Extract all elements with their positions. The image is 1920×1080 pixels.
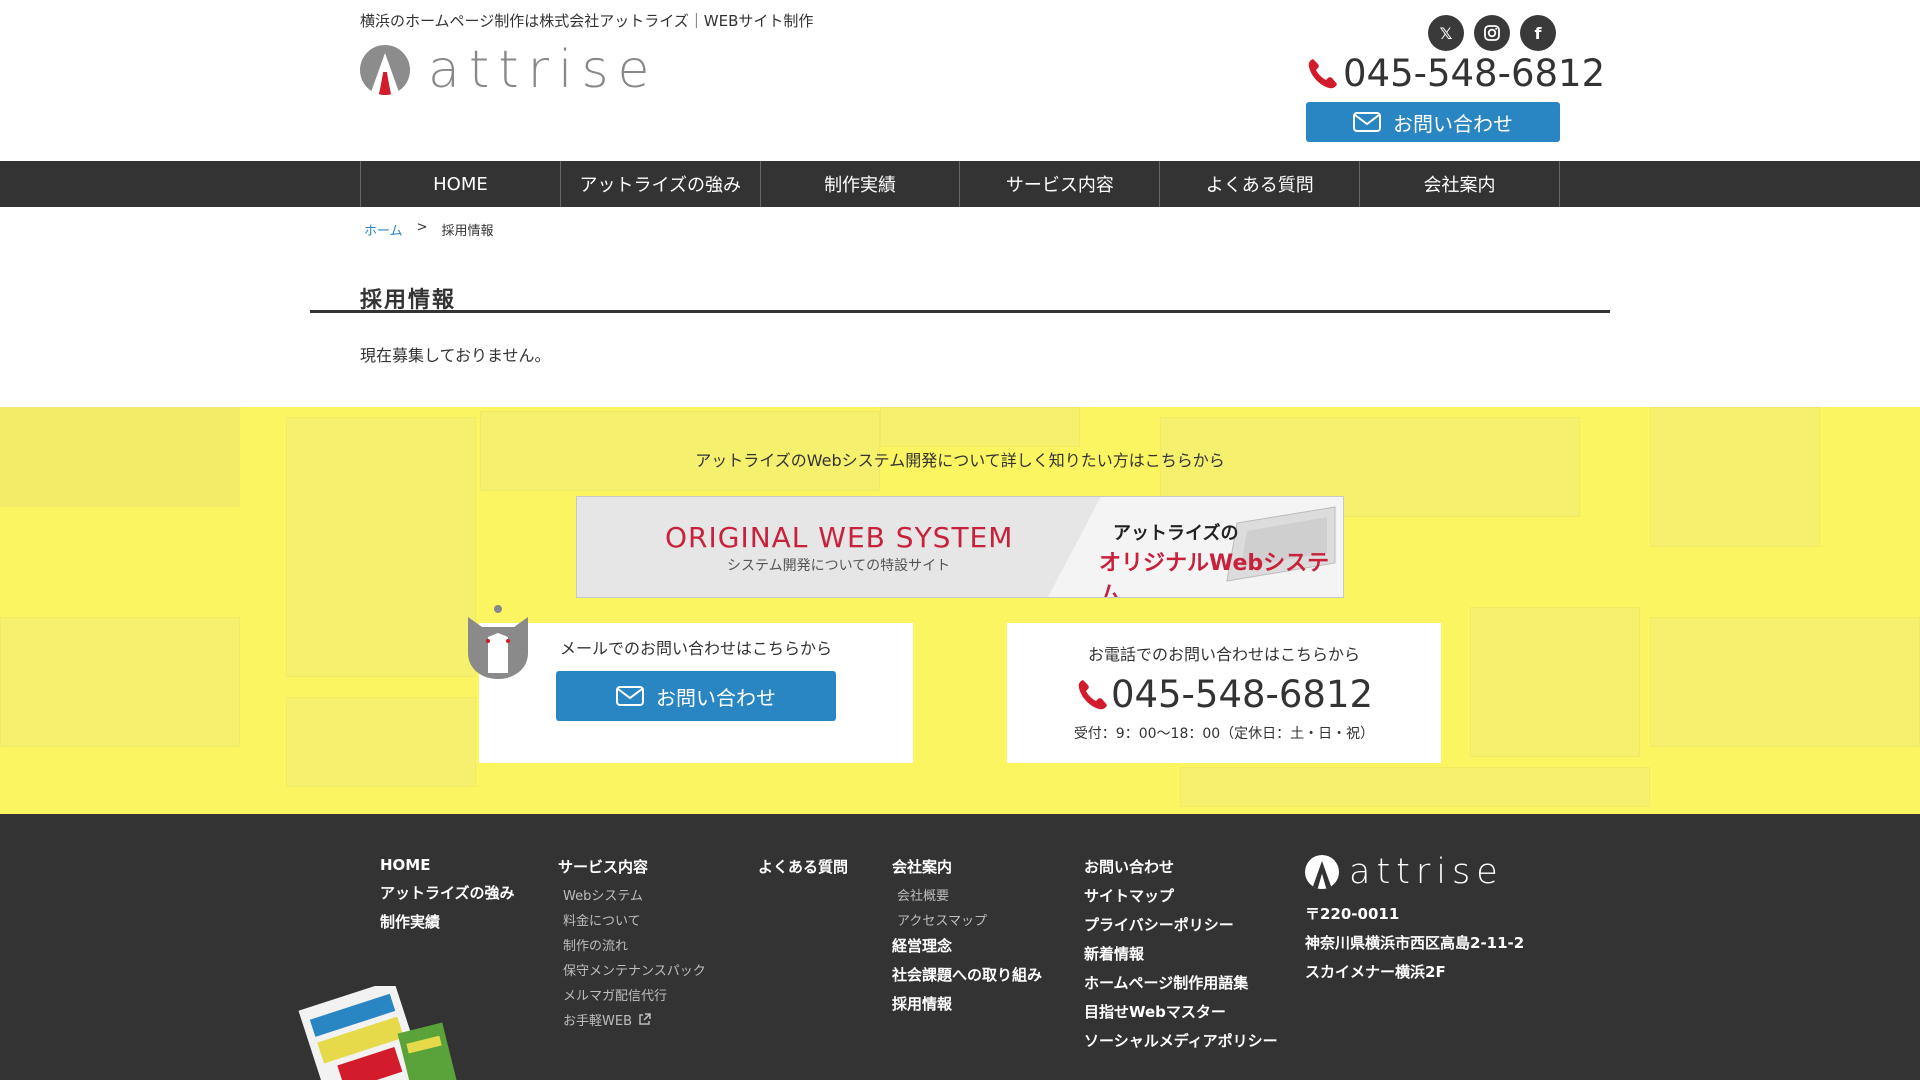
nav-item-works[interactable]: 制作実績 [761,161,961,207]
social-links: 𝕏 f [1428,15,1556,51]
breadcrumb-home-link[interactable]: ホーム [364,220,403,239]
footer-logo[interactable]: attrise [1305,854,1504,890]
logo-mark-icon [1305,855,1339,889]
footer-link-easy-web[interactable]: お手軽WEB [563,1010,706,1029]
cta-lead-text: アットライズのWebシステム開発について詳しく知りたい方はこちらから [695,451,1225,470]
tel-card-phone-number: 045-548-6812 [1110,673,1374,716]
phone-icon [1308,59,1337,89]
phone-icon [1078,679,1107,709]
footer-link-home[interactable]: HOME [380,856,515,874]
breadcrumb-current: 採用情報 [441,224,494,239]
book-covers-image[interactable] [292,986,462,1080]
tel-card-hours: 受付：9：00〜18：00（定休日：土・日・祝） [1073,726,1375,742]
nav-item-company[interactable]: 会社案内 [1360,161,1560,207]
header-contact-button[interactable]: お問い合わせ [1306,102,1560,142]
external-link-icon [639,1013,651,1025]
footer-logo-text: attrise [1349,852,1504,892]
footer-link-recruit[interactable]: 採用情報 [892,993,1042,1014]
company-address: 〒220-0011 神奈川県横浜市西区高島2-11-2 スカイメナー横浜2F [1305,900,1524,987]
tel-card-label: お電話でのお問い合わせはこちらから [1087,645,1360,664]
footer-link-faq[interactable]: よくある質問 [758,856,848,877]
site-tagline: 横浜のホームページ制作は株式会社アットライズ｜WEBサイト制作 [360,12,814,30]
footer-col-company: 会社案内 会社概要 アクセスマップ 経営理念 社会課題への取り組み 採用情報 [892,856,1042,1022]
footer-link-overview[interactable]: 会社概要 [897,885,1042,904]
address-postal: 〒220-0011 [1305,905,1400,923]
x-icon[interactable]: 𝕏 [1428,15,1464,51]
nav-item-strengths[interactable]: アットライズの強み [561,161,761,207]
web-system-banner-subtitle: システム開発についての特設サイト [727,558,951,574]
breadcrumb-separator: > [416,220,428,235]
mail-icon [616,686,644,706]
site-footer: HOME アットライズの強み 制作実績 サービス内容 Webシステム 料金につい… [0,814,1920,1080]
web-system-banner-jp1: アットライズの [1113,523,1239,544]
cat-mascot-icon [468,605,528,679]
site-header: 横浜のホームページ制作は株式会社アットライズ｜WEBサイト制作 attrise … [0,0,1920,161]
page: 横浜のホームページ制作は株式会社アットライズ｜WEBサイト制作 attrise … [0,0,1920,1080]
web-system-banner-jp2: オリジナルWebシステム [1099,551,1330,598]
footer-link-easy-web-label: お手軽WEB [563,1014,632,1029]
footer-link-social-policy[interactable]: ソーシャルメディアポリシー [1084,1030,1278,1051]
footer-link-privacy[interactable]: プライバシーポリシー [1084,914,1278,935]
footer-link-pricing[interactable]: 料金について [563,910,706,929]
logo-mark-icon [360,45,410,95]
instagram-icon[interactable] [1474,15,1510,51]
nav-item-home[interactable]: HOME [361,161,561,207]
mail-contact-button[interactable]: お問い合わせ [556,671,836,721]
footer-link-access[interactable]: アクセスマップ [897,910,1042,929]
mail-contact-card: メールでのお問い合わせはこちらから お問い合わせ [479,623,913,763]
footer-link-web-system[interactable]: Webシステム [563,885,706,904]
footer-link-company[interactable]: 会社案内 [892,856,1042,877]
footer-link-social-issues[interactable]: 社会課題への取り組み [892,964,1042,985]
footer-col-main: HOME アットライズの強み 制作実績 [380,856,515,940]
footer-link-services[interactable]: サービス内容 [558,856,706,877]
footer-link-sitemap[interactable]: サイトマップ [1084,885,1278,906]
nav-item-services[interactable]: サービス内容 [960,161,1161,207]
footer-link-works[interactable]: 制作実績 [380,911,515,932]
footer-link-contact[interactable]: お問い合わせ [1084,856,1278,877]
mail-icon [1353,112,1381,132]
footer-link-glossary[interactable]: ホームページ制作用語集 [1084,972,1278,993]
footer-link-news[interactable]: 新着情報 [1084,943,1278,964]
header-contact-label: お問い合わせ [1393,111,1513,136]
breadcrumb: ホーム > 採用情報 [364,220,494,239]
footer-col-info: お問い合わせ サイトマップ プライバシーポリシー 新着情報 ホームページ制作用語… [1084,856,1278,1059]
footer-col-services: サービス内容 Webシステム 料金について 制作の流れ 保守メンテナンスパック … [558,856,706,1035]
address-building: スカイメナー横浜2F [1305,963,1446,981]
facebook-icon[interactable]: f [1520,15,1556,51]
nav-item-faq[interactable]: よくある質問 [1160,161,1361,207]
footer-link-strengths[interactable]: アットライズの強み [380,882,515,903]
footer-link-newsletter[interactable]: メルマガ配信代行 [563,985,706,1004]
footer-link-maintenance[interactable]: 保守メンテナンスパック [563,960,706,979]
web-system-banner[interactable]: ORIGINAL WEB SYSTEM システム開発についての特設サイト アット… [576,496,1344,598]
site-logo[interactable]: attrise [360,44,659,96]
title-divider [310,310,1610,313]
address-line: 神奈川県横浜市西区高島2-11-2 [1305,934,1525,952]
tel-card-phone[interactable]: 045-548-6812 [1007,673,1441,716]
cta-section: アットライズのWebシステム開発について詳しく知りたい方はこちらから ORIGI… [0,407,1920,814]
recruit-status-text: 現在募集しておりません。 [360,346,551,365]
footer-link-philosophy[interactable]: 経営理念 [892,935,1042,956]
web-system-banner-title: ORIGINAL WEB SYSTEM [665,521,1014,554]
header-phone[interactable]: 045-548-6812 [1305,54,1605,94]
footer-link-web-master[interactable]: 目指せWebマスター [1084,1001,1278,1022]
tel-contact-card: お電話でのお問い合わせはこちらから 045-548-6812 受付：9：00〜1… [1007,623,1441,763]
footer-col-faq: よくある質問 [758,856,848,885]
mail-contact-button-label: お問い合わせ [656,685,776,710]
header-phone-number: 045-548-6812 [1343,52,1606,95]
footer-link-flow[interactable]: 制作の流れ [563,935,706,954]
global-nav: HOME アットライズの強み 制作実績 サービス内容 よくある質問 会社案内 [0,161,1920,207]
logo-text: attrise [428,40,659,100]
mail-card-label: メールでのお問い合わせはこちらから [559,639,832,658]
